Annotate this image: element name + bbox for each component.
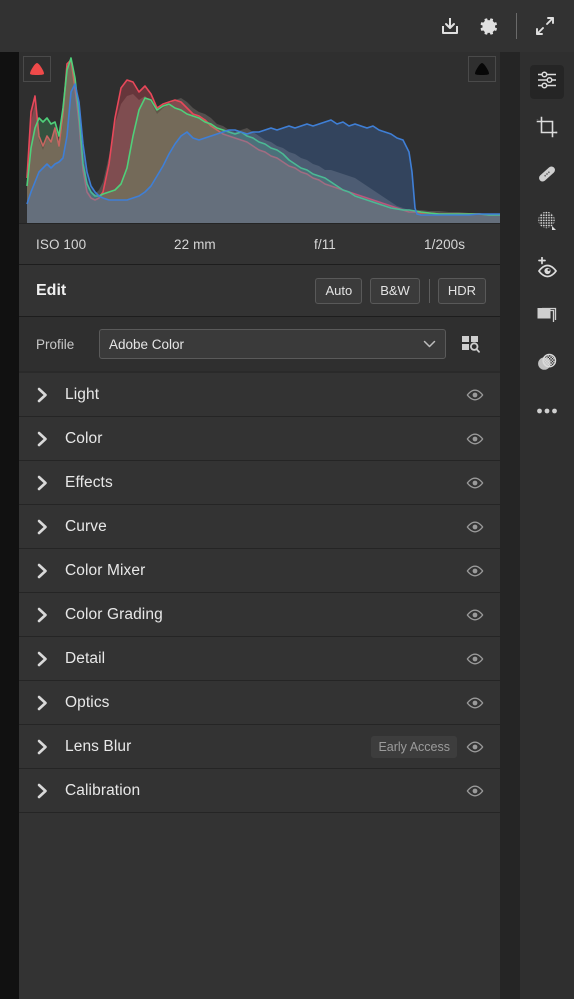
- chevron-down-icon: [423, 335, 436, 353]
- gear-icon[interactable]: [469, 7, 507, 45]
- panel-label: Light: [65, 385, 100, 403]
- hdr-button[interactable]: HDR: [437, 277, 486, 304]
- panel-empty-area: [19, 813, 500, 999]
- early-access-badge: Early Access: [371, 735, 457, 758]
- visibility-eye-icon[interactable]: [464, 785, 486, 797]
- window-body: ISO 100 22 mm f/11 1/200s Edit Auto B&W …: [0, 52, 574, 999]
- visibility-eye-icon[interactable]: [464, 477, 486, 489]
- chevron-right-icon: [19, 563, 65, 579]
- profile-browser-icon[interactable]: [450, 327, 490, 361]
- panel-row-calibration[interactable]: Calibration: [19, 769, 500, 813]
- panel-label: Color Grading: [65, 605, 163, 623]
- more-options-icon: [535, 402, 559, 420]
- visibility-eye-icon[interactable]: [464, 521, 486, 533]
- visibility-eye-icon[interactable]: [464, 609, 486, 621]
- rail-item-more[interactable]: [530, 394, 564, 428]
- left-gutter: [0, 52, 19, 999]
- toolbar-divider: [516, 13, 517, 39]
- visibility-eye-icon[interactable]: [464, 389, 486, 401]
- tool-rail: [520, 52, 574, 999]
- chevron-right-icon: [19, 607, 65, 623]
- edit-header: Edit Auto B&W HDR: [19, 265, 500, 317]
- shadow-clipping-icon[interactable]: [23, 56, 51, 82]
- red-eye-icon: [535, 256, 559, 284]
- chevron-right-icon: [19, 475, 65, 491]
- chevron-right-icon: [19, 651, 65, 667]
- panel-label: Color: [65, 429, 103, 447]
- exif-focal-length: 22 mm: [174, 236, 216, 252]
- lightroom-edit-window: ISO 100 22 mm f/11 1/200s Edit Auto B&W …: [0, 0, 574, 999]
- visibility-eye-icon[interactable]: [464, 433, 486, 445]
- crop-icon: [536, 116, 558, 143]
- panel-row-light[interactable]: Light: [19, 373, 500, 417]
- page-title: Edit: [36, 281, 67, 299]
- histogram[interactable]: [19, 52, 500, 224]
- profile-selected-value: Adobe Color: [109, 336, 185, 352]
- exif-metadata-bar: ISO 100 22 mm f/11 1/200s: [19, 224, 500, 265]
- bw-button[interactable]: B&W: [370, 277, 420, 304]
- top-toolbar: [0, 0, 574, 52]
- edit-sliders-icon: [536, 69, 558, 96]
- chevron-right-icon: [19, 783, 65, 799]
- exif-iso: ISO 100: [36, 236, 87, 252]
- chevron-right-icon: [19, 739, 65, 755]
- panel-label: Calibration: [65, 781, 141, 799]
- masking-icon: [535, 209, 559, 238]
- panel-row-color-grading[interactable]: Color Grading: [19, 593, 500, 637]
- profile-select[interactable]: Adobe Color: [99, 329, 446, 359]
- versions-icon: [535, 304, 559, 331]
- panel-row-color-mixer[interactable]: Color Mixer: [19, 549, 500, 593]
- panel-label: Curve: [65, 517, 107, 535]
- panel-label: Detail: [65, 649, 106, 667]
- panel-row-optics[interactable]: Optics: [19, 681, 500, 725]
- rail-item-crop[interactable]: [530, 112, 564, 146]
- chevron-right-icon: [19, 431, 65, 447]
- rail-item-presets[interactable]: [530, 347, 564, 381]
- visibility-eye-icon[interactable]: [464, 741, 486, 753]
- auto-button[interactable]: Auto: [315, 277, 363, 304]
- panel-row-effects[interactable]: Effects: [19, 461, 500, 505]
- rail-item-versions[interactable]: [530, 300, 564, 334]
- panel-label: Optics: [65, 693, 110, 711]
- visibility-eye-icon[interactable]: [464, 697, 486, 709]
- panel-label: Effects: [65, 473, 113, 491]
- panel-row-lens-blur[interactable]: Lens Blur Early Access: [19, 725, 500, 769]
- chevron-right-icon: [19, 387, 65, 403]
- panel-label: Lens Blur: [65, 737, 132, 755]
- presets-icon: [535, 351, 559, 378]
- rail-item-masking[interactable]: [530, 206, 564, 240]
- rail-item-red-eye[interactable]: [530, 253, 564, 287]
- chevron-right-icon: [19, 695, 65, 711]
- highlight-clipping-icon[interactable]: [468, 56, 496, 82]
- healing-brush-icon: [535, 162, 559, 191]
- edit-panel-column: ISO 100 22 mm f/11 1/200s Edit Auto B&W …: [19, 52, 500, 999]
- panel-rail-gutter: [500, 52, 520, 999]
- profile-row: Profile Adobe Color: [19, 317, 500, 371]
- panel-row-detail[interactable]: Detail: [19, 637, 500, 681]
- import-icon[interactable]: [431, 7, 469, 45]
- visibility-eye-icon[interactable]: [464, 653, 486, 665]
- panel-row-color[interactable]: Color: [19, 417, 500, 461]
- rail-item-edit[interactable]: [530, 65, 564, 99]
- panel-row-curve[interactable]: Curve: [19, 505, 500, 549]
- visibility-eye-icon[interactable]: [464, 565, 486, 577]
- exif-shutter-speed: 1/200s: [424, 236, 466, 252]
- exif-aperture: f/11: [314, 236, 336, 252]
- edit-panel-list: Light Color Effects Curve Color Mixer Co…: [19, 371, 500, 999]
- panel-label: Color Mixer: [65, 561, 146, 579]
- edit-header-divider: [428, 278, 430, 303]
- histogram-graph: [19, 52, 500, 223]
- profile-label: Profile: [36, 336, 75, 352]
- chevron-right-icon: [19, 519, 65, 535]
- expand-icon[interactable]: [526, 7, 564, 45]
- rail-item-remove[interactable]: [530, 159, 564, 193]
